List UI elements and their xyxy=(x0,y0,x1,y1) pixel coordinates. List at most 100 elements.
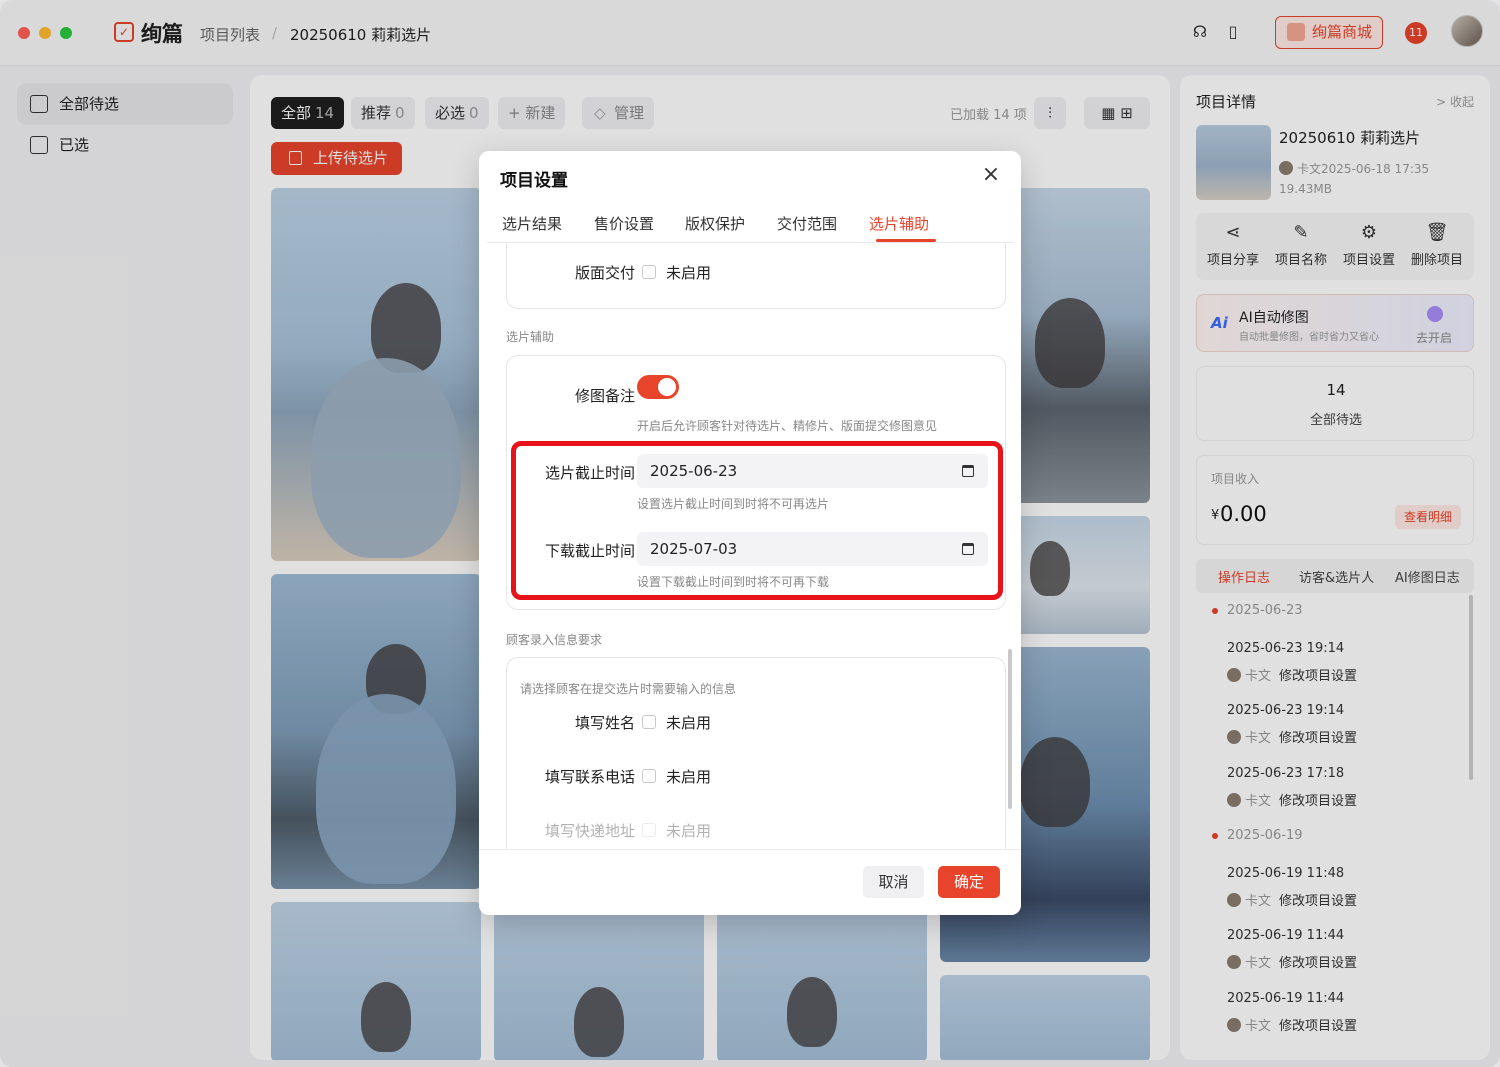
project-cover xyxy=(1196,125,1271,200)
minimize-window-button[interactable] xyxy=(39,27,51,39)
photo-thumbnail[interactable] xyxy=(494,902,704,1060)
retouch-note-toggle[interactable] xyxy=(637,375,679,399)
modal-scrollbar[interactable] xyxy=(1008,649,1012,809)
play-icon xyxy=(1427,306,1443,322)
project-meta-text: 卡文2025-06-18 17:35 xyxy=(1297,162,1430,176)
breadcrumb-project-list[interactable]: 项目列表 xyxy=(200,24,260,45)
field-name-checkbox[interactable] xyxy=(642,715,656,729)
shop-label: 绚篇商城 xyxy=(1312,23,1373,41)
layout-delivery-status: 未启用 xyxy=(666,264,712,282)
project-settings-button[interactable]: ⚙ 项目设置 xyxy=(1335,222,1403,269)
manage-button[interactable]: ◇ 管理 xyxy=(582,97,655,129)
income-label: 项目收入 xyxy=(1211,472,1260,486)
photo-thumbnail[interactable] xyxy=(940,975,1150,1060)
ai-subtitle: 自动批量修图，省时省力又省心 xyxy=(1239,332,1379,343)
collapse-button[interactable]: > 收起 xyxy=(1436,93,1474,110)
ai-badge: Ai xyxy=(1211,314,1228,332)
tab-price-settings[interactable]: 售价设置 xyxy=(594,213,654,234)
confirm-button[interactable]: 确定 xyxy=(938,866,1000,898)
grid-large-icon[interactable]: ▦ xyxy=(1101,104,1115,122)
tab-selection-result[interactable]: 选片结果 xyxy=(502,213,562,234)
modal-tabs: 选片结果 售价设置 版权保护 交付范围 选片辅助 xyxy=(487,201,1013,243)
tab-ai-log[interactable]: AI修图日志 xyxy=(1395,567,1460,586)
highlight-box xyxy=(511,441,1003,600)
log-time: 2025-06-19 11:44 xyxy=(1227,928,1345,943)
headset-icon[interactable]: ☊ xyxy=(1190,22,1210,42)
tab-selection-assist[interactable]: 选片辅助 xyxy=(869,213,929,234)
detail-title: 项目详情 xyxy=(1196,93,1257,111)
photo-thumbnail[interactable] xyxy=(271,188,481,561)
view-toggle[interactable]: ▦ ⊞ xyxy=(1084,97,1150,129)
ai-title: AI自动修图 xyxy=(1239,310,1309,326)
photo-thumbnail[interactable] xyxy=(271,574,481,889)
photo-subject xyxy=(311,358,461,558)
user-avatar[interactable] xyxy=(1451,15,1483,47)
tab-delivery-scope[interactable]: 交付范围 xyxy=(777,213,837,234)
field-phone-status: 未启用 xyxy=(666,768,712,786)
pending-label: 全部待选 xyxy=(1309,413,1362,428)
breadcrumb-separator: / xyxy=(272,24,278,42)
grid-small-icon[interactable]: ⊞ xyxy=(1120,104,1133,122)
layout-delivery-checkbox[interactable] xyxy=(642,265,656,279)
sidebar: 全部待选 已选 xyxy=(0,67,250,1067)
photo-thumbnail[interactable] xyxy=(271,902,481,1060)
user-avatar xyxy=(1227,1018,1241,1032)
photo-thumbnail[interactable] xyxy=(717,902,927,1060)
ai-enable-button[interactable]: 去开启 xyxy=(1416,329,1452,346)
upload-button[interactable]: 上传待选片 xyxy=(271,142,402,175)
upload-icon xyxy=(289,151,302,165)
log-time: 2025-06-19 11:48 xyxy=(1227,866,1345,881)
log-user: 卡文 xyxy=(1245,956,1272,971)
tab-copyright[interactable]: 版权保护 xyxy=(685,213,745,234)
gear-icon: ⚙ xyxy=(1360,222,1378,243)
shop-button[interactable]: 绚篇商城 xyxy=(1275,16,1383,49)
user-avatar xyxy=(1227,893,1241,907)
filter-label: 全部 xyxy=(281,104,312,122)
modal-footer: 取消 确定 xyxy=(479,849,1021,915)
sidebar-item-all-pending[interactable]: 全部待选 xyxy=(17,83,233,125)
log-entry: 卡文 修改项目设置 xyxy=(1227,1015,1357,1034)
tab-visitors[interactable]: 访客&选片人 xyxy=(1299,567,1374,586)
photo-subject xyxy=(574,987,624,1057)
user-avatar xyxy=(1279,161,1293,175)
filter-recommended[interactable]: 推荐 0 xyxy=(351,97,415,129)
log-entry: 卡文 修改项目设置 xyxy=(1227,790,1357,809)
action-label: 项目设置 xyxy=(1342,253,1395,268)
log-action: 修改项目设置 xyxy=(1279,1019,1358,1034)
action-label: 删除项目 xyxy=(1410,253,1463,268)
log-user: 卡文 xyxy=(1245,731,1272,746)
user-avatar xyxy=(1227,793,1241,807)
delete-project-button[interactable]: 🗑 删除项目 xyxy=(1403,222,1471,269)
sidebar-item-selected[interactable]: 已选 xyxy=(17,124,233,166)
project-settings-modal: 项目设置 × 选片结果 售价设置 版权保护 交付范围 选片辅助 版面交付 未启用… xyxy=(479,151,1021,915)
field-phone-checkbox[interactable] xyxy=(642,769,656,783)
cancel-button[interactable]: 取消 xyxy=(863,866,924,898)
filter-required[interactable]: 必选 0 xyxy=(425,97,489,129)
pending-summary[interactable]: 14 全部待选 xyxy=(1196,366,1474,441)
phone-icon[interactable]: ▯ xyxy=(1223,22,1243,42)
field-address-checkbox[interactable] xyxy=(642,823,656,837)
new-button[interactable]: + 新建 xyxy=(498,97,566,129)
maximize-window-button[interactable] xyxy=(60,27,72,39)
retouch-note-label: 修图备注 xyxy=(574,387,635,405)
log-entry: 卡文 修改项目设置 xyxy=(1227,890,1357,909)
active-tab-indicator xyxy=(876,239,936,242)
modal-title: 项目设置 xyxy=(500,171,568,191)
close-window-button[interactable] xyxy=(18,27,30,39)
log-action: 修改项目设置 xyxy=(1279,956,1358,971)
trash-icon: 🗑 xyxy=(1425,222,1449,243)
filter-label: 推荐 xyxy=(361,104,392,122)
view-detail-button[interactable]: 查看明细 xyxy=(1395,505,1461,529)
tab-operation-log[interactable]: 操作日志 xyxy=(1218,567,1270,586)
close-icon[interactable]: × xyxy=(979,163,1003,187)
log-scrollbar[interactable] xyxy=(1469,595,1473,780)
share-project-button[interactable]: ⋖ 项目分享 xyxy=(1199,223,1267,269)
sidebar-item-label: 全部待选 xyxy=(59,95,120,113)
rename-project-button[interactable]: ✎ 项目名称 xyxy=(1267,223,1335,269)
filter-icon[interactable]: ⫶ xyxy=(1034,97,1066,129)
notification-badge[interactable]: 11 xyxy=(1405,22,1427,44)
field-address-status: 未启用 xyxy=(666,822,712,840)
photo-subject xyxy=(361,982,411,1052)
filter-all[interactable]: 全部 14 xyxy=(271,97,345,129)
income-card: 项目收入 ¥ 0.00 查看明细 xyxy=(1196,455,1474,545)
